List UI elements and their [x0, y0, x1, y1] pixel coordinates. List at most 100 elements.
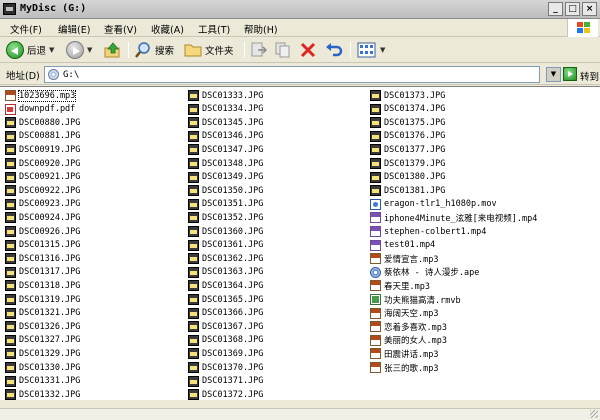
file-item[interactable]: DSC01327.JPG [5, 334, 80, 347]
menu-help[interactable]: 帮助(H) [244, 22, 278, 36]
back-dropdown-icon[interactable]: ▼ [49, 46, 54, 54]
file-item[interactable]: DSC01351.JPG [188, 198, 263, 211]
file-item[interactable]: DSC01361.JPG [188, 239, 263, 252]
file-item[interactable]: DSC01330.JPG [5, 361, 80, 374]
go-label[interactable]: 转到 [580, 69, 599, 83]
folders-button[interactable]: 文件夹 [184, 40, 234, 60]
minimize-button[interactable]: _ [548, 2, 563, 16]
file-item[interactable]: eragon-tlr1_h1080p.mov [370, 198, 497, 211]
move-to-button[interactable] [250, 40, 268, 60]
file-item[interactable]: stephen-colbert1.mp4 [370, 225, 486, 238]
file-item[interactable]: DSC01348.JPG [188, 157, 263, 170]
file-item[interactable]: 恋着多喜欢.mp3 [370, 320, 447, 333]
back-button[interactable]: 后退 ▼ [6, 40, 54, 60]
file-item[interactable]: DSC01374.JPG [370, 103, 445, 116]
undo-button[interactable] [325, 40, 343, 60]
file-item[interactable]: DSC01380.JPG [370, 171, 445, 184]
views-button[interactable]: ▼ [357, 40, 385, 60]
file-item[interactable]: DSC00919.JPG [5, 143, 80, 156]
horizontal-scrollbar[interactable] [0, 408, 600, 420]
file-item[interactable]: 爱情宣言.mp3 [370, 252, 438, 265]
jpg-file-icon [188, 144, 199, 156]
menu-tools[interactable]: 工具(T) [198, 22, 230, 36]
file-item[interactable]: DSC01360.JPG [188, 225, 263, 238]
forward-dropdown-icon[interactable]: ▼ [87, 46, 92, 54]
file-item[interactable]: DSC01345.JPG [188, 116, 263, 129]
file-item[interactable]: 张三的歌.mp3 [370, 361, 438, 374]
menu-view[interactable]: 查看(V) [104, 22, 137, 36]
file-item[interactable]: DSC00924.JPG [5, 211, 80, 224]
file-item[interactable]: DSC00880.JPG [5, 116, 80, 129]
file-item[interactable]: DSC01331.JPG [5, 375, 80, 388]
file-item[interactable]: DSC00921.JPG [5, 171, 80, 184]
menu-file[interactable]: 文件(F) [10, 22, 42, 36]
file-item[interactable]: DSC00926.JPG [5, 225, 80, 238]
forward-button[interactable]: ▼ [66, 40, 92, 60]
file-item[interactable]: DSC01346.JPG [188, 130, 263, 143]
file-item[interactable]: 功夫熊猫高清.rmvb [370, 293, 461, 306]
file-item[interactable]: DSC01333.JPG [188, 89, 263, 102]
file-item[interactable]: DSC01368.JPG [188, 334, 263, 347]
file-item[interactable]: 田震讲话.mp3 [370, 347, 438, 360]
file-item[interactable]: iphone4Minute_泫雅[来电视频].mp4 [370, 211, 537, 224]
file-item[interactable]: DSC00923.JPG [5, 198, 80, 211]
file-item[interactable]: DSC01334.JPG [188, 103, 263, 116]
file-item[interactable]: DSC01332.JPG [5, 388, 80, 401]
file-list-view[interactable]: 1023696.mp3 downpdf.pdf DSC00880.JPG DSC008… [0, 86, 600, 401]
file-item[interactable]: DSC01369.JPG [188, 347, 263, 360]
copy-to-button[interactable] [274, 40, 292, 60]
file-item[interactable]: 春天里.mp3 [370, 279, 430, 292]
file-item[interactable]: DSC01365.JPG [188, 293, 263, 306]
resize-grip-icon[interactable] [590, 410, 598, 418]
file-item[interactable]: DSC01370.JPG [188, 361, 263, 374]
file-item[interactable]: DSC01371.JPG [188, 375, 263, 388]
file-item[interactable]: DSC01317.JPG [5, 266, 80, 279]
menu-favorites[interactable]: 收藏(A) [151, 22, 184, 36]
address-dropdown-button[interactable]: ▼ [546, 67, 561, 82]
file-item[interactable]: DSC01318.JPG [5, 279, 80, 292]
file-item[interactable]: DSC01316.JPG [5, 252, 80, 265]
file-name: 功夫熊猫高清.rmvb [384, 295, 461, 306]
delete-button[interactable] [299, 40, 317, 60]
menu-edit[interactable]: 编辑(E) [58, 22, 90, 36]
file-item[interactable]: DSC01350.JPG [188, 184, 263, 197]
title-bar[interactable]: MyDisc (G:) _ □ × [0, 0, 600, 19]
file-item[interactable]: DSC00881.JPG [5, 130, 80, 143]
up-folder-button[interactable] [104, 40, 122, 60]
file-item[interactable]: DSC01366.JPG [188, 307, 263, 320]
file-item[interactable]: downpdf.pdf [5, 103, 75, 116]
file-item[interactable]: DSC01319.JPG [5, 293, 80, 306]
address-input[interactable]: G:\ [44, 66, 540, 83]
file-item[interactable]: DSC01326.JPG [5, 320, 80, 333]
file-item[interactable]: DSC00920.JPG [5, 157, 80, 170]
file-item[interactable]: 蔡依林 - 诗人漫步.ape [370, 266, 479, 279]
file-item[interactable]: DSC01367.JPG [188, 320, 263, 333]
file-item[interactable]: 海阔天空.mp3 [370, 307, 438, 320]
close-button[interactable]: × [582, 2, 597, 16]
jpg-file-icon [5, 144, 16, 156]
file-item[interactable]: DSC01377.JPG [370, 143, 445, 156]
file-item[interactable]: DSC01375.JPG [370, 116, 445, 129]
file-item[interactable]: DSC01381.JPG [370, 184, 445, 197]
go-arrow-icon[interactable] [563, 67, 577, 81]
maximize-button[interactable]: □ [565, 2, 580, 16]
file-item[interactable]: test01.mp4 [370, 239, 435, 252]
search-button[interactable]: 搜索 [134, 40, 174, 60]
file-item[interactable]: DSC01363.JPG [188, 266, 263, 279]
file-item[interactable]: DSC01329.JPG [5, 347, 80, 360]
file-item[interactable]: DSC01373.JPG [370, 89, 445, 102]
file-item[interactable]: DSC01315.JPG [5, 239, 80, 252]
file-item[interactable]: DSC01349.JPG [188, 171, 263, 184]
file-item[interactable]: DSC01362.JPG [188, 252, 263, 265]
views-dropdown-icon[interactable]: ▼ [380, 46, 385, 54]
file-item[interactable]: DSC01352.JPG [188, 211, 263, 224]
file-item[interactable]: 1023696.mp3 [5, 89, 77, 102]
file-item[interactable]: DSC01347.JPG [188, 143, 263, 156]
file-item[interactable]: DSC01379.JPG [370, 157, 445, 170]
file-item[interactable]: DSC00922.JPG [5, 184, 80, 197]
file-item[interactable]: DSC01321.JPG [5, 307, 80, 320]
file-item[interactable]: DSC01364.JPG [188, 279, 263, 292]
file-item[interactable]: 美丽的女人.mp3 [370, 334, 447, 347]
file-item[interactable]: DSC01372.JPG [188, 388, 263, 401]
file-item[interactable]: DSC01376.JPG [370, 130, 445, 143]
